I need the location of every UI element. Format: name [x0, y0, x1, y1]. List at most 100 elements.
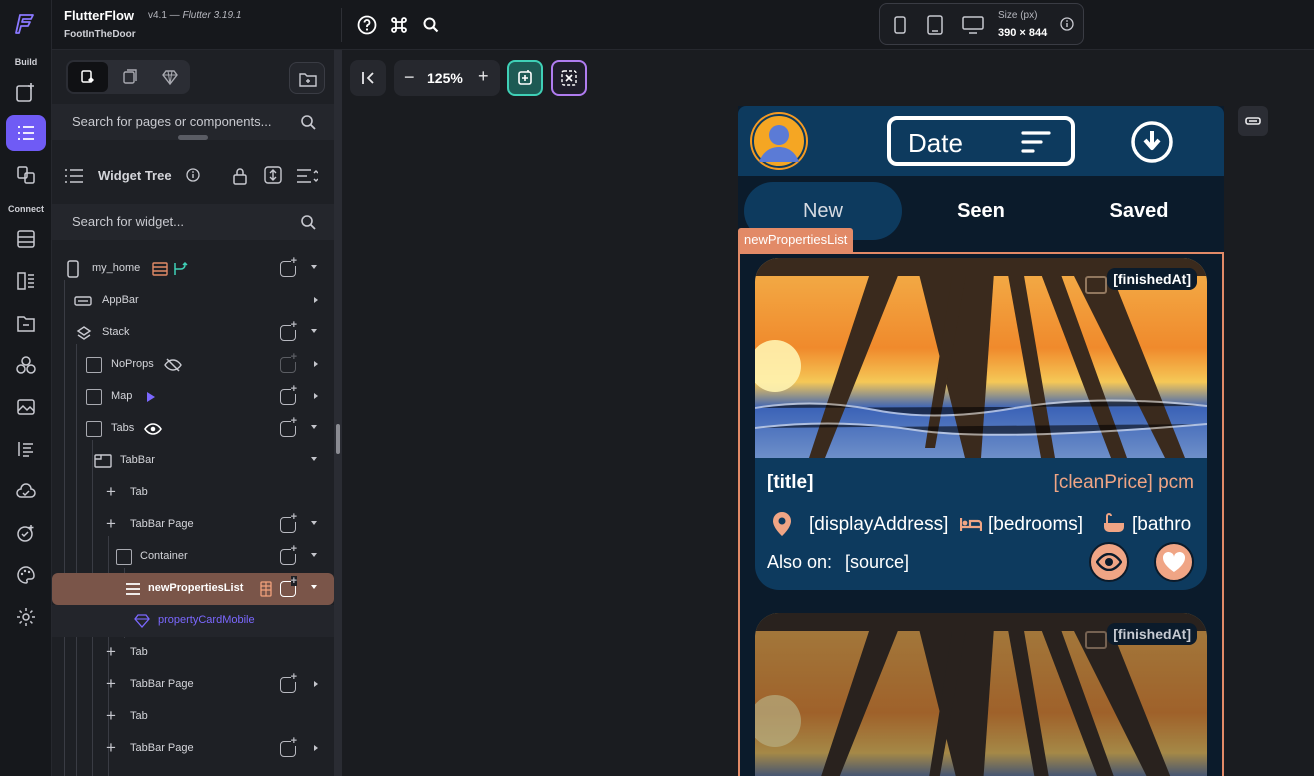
backend-query-icon[interactable] — [152, 262, 168, 276]
play-icon[interactable] — [147, 392, 155, 402]
project-name[interactable]: FootInTheDoor — [64, 29, 136, 40]
phone-device-icon[interactable] — [892, 16, 908, 34]
theme-icon[interactable] — [6, 347, 46, 383]
add-widget-icon[interactable] — [280, 672, 297, 693]
tree-item-property-card-mobile[interactable]: propertyCardMobile — [52, 605, 334, 637]
tree-item-new-properties-list[interactable]: newPropertiesList — [52, 573, 334, 605]
chevron-right-icon[interactable] — [314, 361, 318, 367]
add-widget-icon[interactable] — [280, 576, 297, 597]
zoom-in-button[interactable]: + — [478, 66, 489, 87]
cloud-icon[interactable] — [6, 473, 46, 509]
text-icon[interactable] — [6, 431, 46, 467]
add-page-icon[interactable] — [6, 74, 46, 110]
panel-resize-handle[interactable] — [336, 424, 340, 454]
tree-item-tab[interactable]: + Tab — [52, 637, 334, 669]
storage-icon[interactable] — [6, 305, 46, 341]
zoom-out-button[interactable]: − — [404, 67, 415, 88]
chevron-right-icon[interactable] — [314, 745, 318, 751]
property-card[interactable]: [finishedAt] — [755, 613, 1207, 776]
tree-item-label: TabBar — [120, 454, 155, 466]
pages-mode-icon[interactable] — [122, 69, 138, 85]
tree-item-tabs[interactable]: Tabs — [52, 413, 334, 445]
selected-widget-label[interactable]: newPropertiesList — [738, 228, 854, 252]
action-flow-icon[interactable] — [172, 261, 188, 277]
tree-item-tabbar-page[interactable]: + TabBar Page — [52, 733, 334, 765]
chevron-down-icon[interactable] — [311, 329, 317, 333]
backend-query-icon[interactable] — [260, 581, 272, 597]
lock-icon[interactable] — [232, 167, 248, 185]
eye-hidden-icon[interactable] — [164, 357, 182, 373]
tree-item-my-home[interactable]: my_home — [52, 253, 334, 285]
api-icon[interactable] — [6, 263, 46, 299]
settings-icon[interactable] — [6, 599, 46, 635]
flutterflow-logo-icon[interactable] — [6, 6, 46, 42]
add-widget-icon[interactable] — [280, 320, 297, 341]
plus-icon: + — [106, 706, 116, 725]
components-mode-icon[interactable] — [162, 69, 178, 85]
chevron-down-icon[interactable] — [311, 521, 317, 525]
tree-options-icon[interactable] — [296, 167, 318, 185]
tree-item-tabbar-page[interactable]: + TabBar Page — [52, 669, 334, 701]
panel-divider[interactable] — [334, 50, 342, 776]
mark-seen-button[interactable] — [1089, 542, 1129, 582]
widget-search-field[interactable]: Search for widget... — [52, 204, 334, 240]
expand-collapse-icon[interactable] — [264, 166, 282, 184]
add-widget-icon[interactable] — [280, 384, 297, 405]
avatar[interactable] — [750, 112, 808, 170]
resize-handle[interactable] — [178, 135, 208, 140]
download-circle-icon[interactable] — [1130, 120, 1174, 164]
widget-options-button[interactable] — [1238, 106, 1268, 136]
page-selector-icon[interactable] — [6, 157, 46, 193]
help-icon[interactable] — [356, 14, 378, 36]
sort-button[interactable]: Date — [887, 116, 1075, 166]
add-widget-icon[interactable] — [280, 544, 297, 565]
tree-item-tab[interactable]: + Tab — [52, 477, 334, 509]
collapse-panel-button[interactable] — [350, 60, 386, 96]
command-palette-icon[interactable] — [388, 14, 410, 36]
ai-gen-button[interactable] — [551, 60, 587, 96]
media-icon[interactable] — [6, 389, 46, 425]
agent-icon[interactable] — [6, 515, 46, 551]
chevron-down-icon[interactable] — [311, 585, 317, 589]
add-widget-icon[interactable] — [280, 512, 297, 533]
tree-item-tabbar[interactable]: TabBar — [52, 445, 334, 477]
add-widget-icon[interactable] — [280, 416, 297, 437]
info-icon[interactable] — [1060, 17, 1074, 31]
tree-item-map[interactable]: Map — [52, 381, 334, 413]
tree-item-stack[interactable]: Stack — [52, 317, 334, 349]
chevron-down-icon[interactable] — [311, 553, 317, 557]
tree-item-container[interactable]: Container — [52, 541, 334, 573]
property-card[interactable]: [finishedAt] [title] [cleanPrice] pcm [d… — [755, 258, 1207, 590]
database-icon[interactable] — [6, 221, 46, 257]
tablet-device-icon[interactable] — [926, 15, 944, 35]
tree-item-noprops[interactable]: NoProps — [52, 349, 334, 381]
search-icon[interactable] — [420, 14, 442, 36]
add-widget-icon[interactable] — [280, 256, 297, 277]
chevron-right-icon[interactable] — [314, 393, 318, 399]
tree-item-appbar[interactable]: AppBar — [52, 285, 334, 317]
tab-saved[interactable]: Saved — [1059, 200, 1219, 223]
widget-tree-mode[interactable] — [68, 62, 108, 92]
add-widget-canvas-button[interactable] — [507, 60, 543, 96]
info-icon[interactable] — [186, 168, 200, 182]
add-widget-icon[interactable] — [280, 352, 297, 373]
chevron-down-icon[interactable] — [311, 457, 317, 461]
chevron-right-icon[interactable] — [314, 297, 318, 303]
chevron-right-icon[interactable] — [314, 681, 318, 687]
tree-item-tab[interactable]: + Tab — [52, 701, 334, 733]
palette-icon[interactable] — [6, 557, 46, 593]
eye-visible-icon[interactable] — [144, 421, 162, 437]
chevron-down-icon[interactable] — [311, 425, 317, 429]
chevron-down-icon[interactable] — [311, 265, 317, 269]
tree-item-tabbar-page[interactable]: + TabBar Page — [52, 509, 334, 541]
add-folder-button[interactable] — [289, 62, 325, 94]
desktop-device-icon[interactable] — [962, 16, 984, 34]
widget-tree-icon[interactable] — [6, 115, 46, 151]
size-value[interactable]: 390 × 844 — [998, 27, 1047, 39]
add-widget-icon[interactable] — [280, 736, 297, 757]
tab-seen[interactable]: Seen — [901, 200, 1061, 223]
zoom-level[interactable]: 125% — [427, 70, 463, 86]
page-search-placeholder: Search for pages or components... — [72, 114, 272, 129]
save-heart-button[interactable] — [1154, 542, 1194, 582]
tab-new[interactable]: New — [743, 200, 903, 223]
